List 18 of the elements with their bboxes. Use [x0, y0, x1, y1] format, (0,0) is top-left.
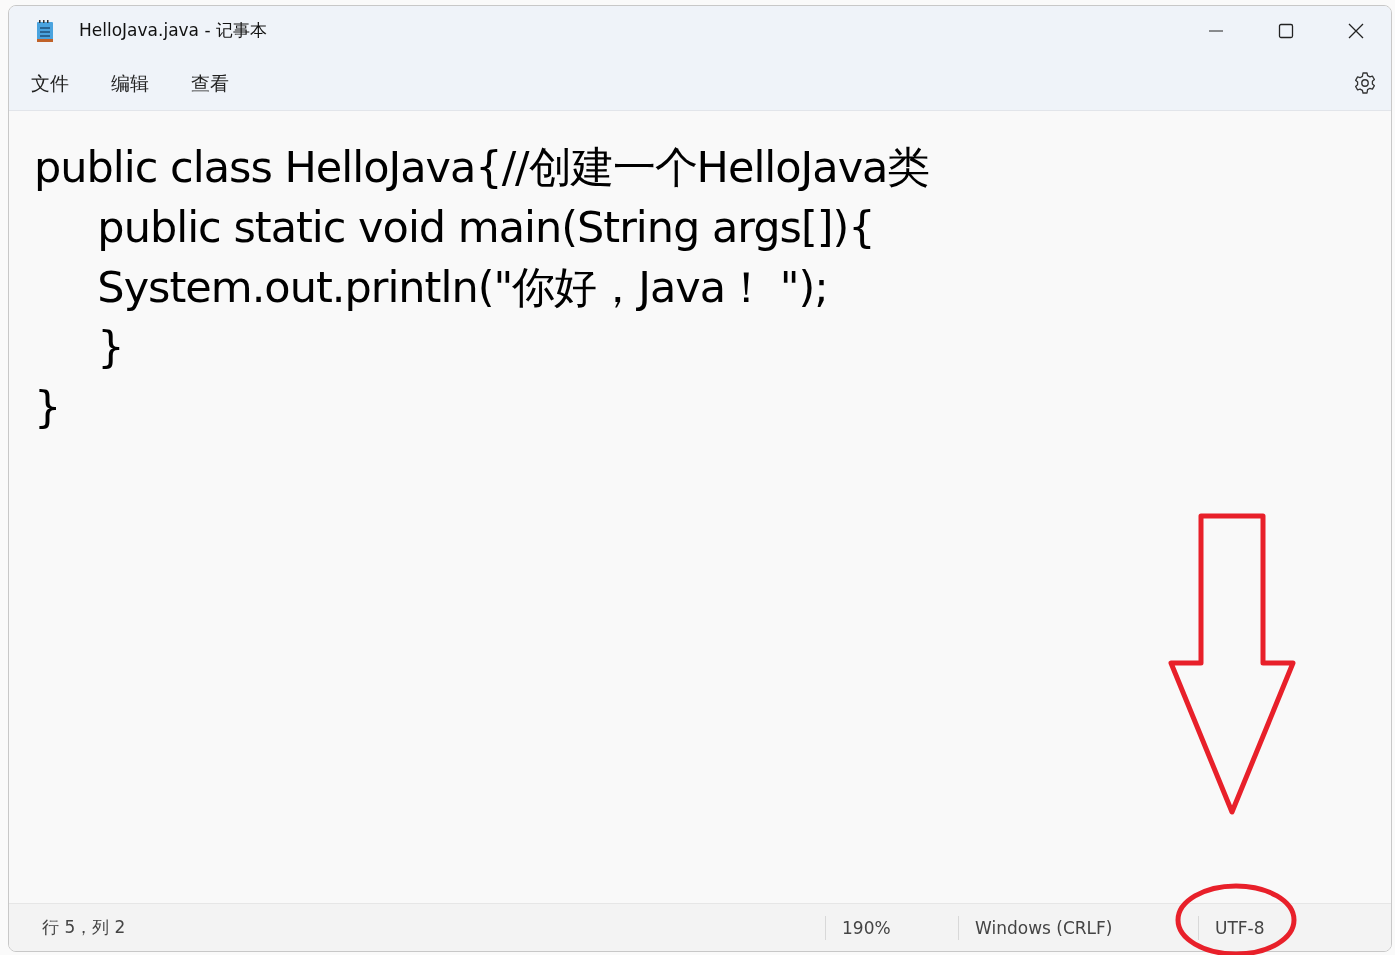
- menu-item[interactable]: 文件: [19, 64, 81, 102]
- window-title: HelloJava.java - 记事本: [79, 19, 267, 43]
- line-ending: Windows (CRLF): [958, 915, 1198, 940]
- notepad-icon: [35, 19, 55, 43]
- maximize-icon: [1278, 23, 1294, 39]
- code-line: }: [96, 321, 125, 374]
- menu-item[interactable]: 编辑: [99, 64, 161, 102]
- close-icon: [1348, 23, 1364, 39]
- code-line: System.out.println("你好，Java！ ");: [96, 261, 829, 314]
- encoding: UTF-8: [1198, 915, 1281, 940]
- code-line: public static void main(String args[]){: [96, 201, 876, 254]
- cursor-position: 行 5，列 2: [41, 915, 127, 939]
- code-line: }: [34, 381, 62, 434]
- settings-icon[interactable]: [1353, 71, 1377, 95]
- minimize-icon: [1208, 30, 1224, 32]
- zoom-level: 190%: [825, 915, 958, 940]
- code-line: public class HelloJava{//创建一个HelloJava类: [34, 141, 931, 194]
- menu-item[interactable]: 查看: [179, 64, 241, 102]
